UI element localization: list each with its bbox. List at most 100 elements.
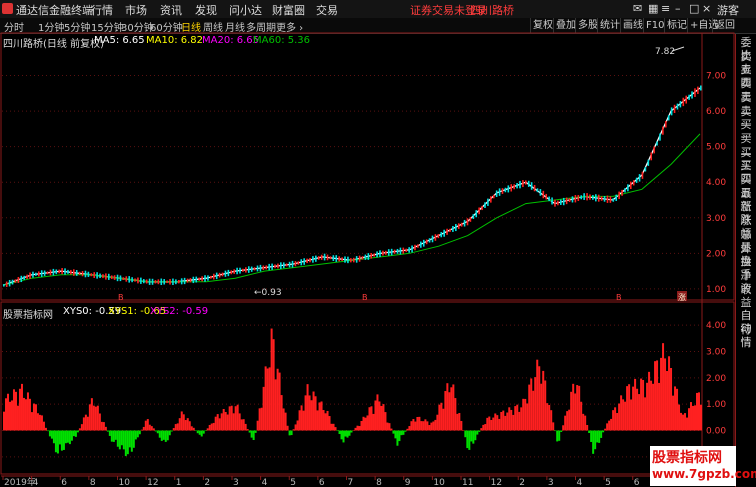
indicator-bar bbox=[232, 413, 235, 431]
candle bbox=[323, 253, 326, 261]
time-axis-label: 7 bbox=[348, 478, 354, 487]
indicator-bar bbox=[260, 407, 263, 431]
candle bbox=[495, 190, 498, 197]
candle bbox=[189, 278, 192, 283]
candle bbox=[14, 279, 17, 283]
indicator-bar bbox=[664, 358, 667, 431]
indicator-bar bbox=[82, 417, 85, 431]
indicator-bar bbox=[516, 404, 519, 431]
indicator-tick-label: 3.00 bbox=[706, 348, 726, 358]
indicator-bar bbox=[694, 405, 697, 431]
time-axis-label: 6 bbox=[319, 478, 325, 487]
time-axis-label: 4 bbox=[262, 478, 268, 487]
candle bbox=[425, 239, 428, 245]
candle bbox=[662, 126, 664, 135]
candle bbox=[373, 253, 375, 257]
indicator-bar bbox=[352, 430, 355, 431]
price-series bbox=[2, 85, 702, 287]
candle bbox=[455, 223, 457, 232]
candle bbox=[612, 198, 615, 202]
indicator-bar bbox=[620, 395, 623, 431]
indicator-bar bbox=[576, 385, 579, 431]
candle bbox=[536, 188, 539, 193]
time-axis-label: 1 bbox=[176, 478, 182, 487]
indicator-bar bbox=[348, 430, 351, 436]
chart-area[interactable]: 7.00 6.00 5.00 4.00 3.00 2.00 1.00 4.00 3.00 2.0… bbox=[0, 0, 735, 487]
candle bbox=[212, 273, 215, 280]
candle bbox=[253, 267, 256, 271]
indicator-bar bbox=[674, 386, 677, 431]
time-axis-label: 4 bbox=[577, 478, 583, 487]
indicator-bar bbox=[308, 395, 311, 431]
candle bbox=[236, 267, 238, 275]
indicator-bar bbox=[496, 415, 499, 431]
candle bbox=[166, 280, 168, 284]
indicator-bar bbox=[22, 397, 25, 431]
indicator-bar bbox=[552, 422, 555, 431]
candle bbox=[233, 269, 235, 274]
candle bbox=[490, 196, 492, 203]
indicator-bar bbox=[414, 421, 417, 431]
indicator-bar bbox=[562, 425, 565, 431]
indicator-bar bbox=[116, 430, 119, 447]
candle bbox=[81, 271, 84, 277]
indicator-bar bbox=[378, 401, 381, 431]
indicator-bar bbox=[256, 420, 259, 431]
indicator-bar bbox=[470, 430, 473, 442]
candle bbox=[169, 279, 171, 285]
indicator-tick-label: 0.00 bbox=[706, 427, 726, 437]
candle bbox=[466, 218, 469, 226]
candle bbox=[627, 184, 629, 192]
indicator-bar bbox=[436, 414, 439, 431]
candle bbox=[630, 181, 632, 190]
candle bbox=[207, 275, 209, 281]
indicator-bar bbox=[520, 407, 523, 431]
quote-button[interactable]: 行情 bbox=[736, 323, 756, 349]
indicator-bar bbox=[616, 413, 619, 431]
indicator-bar bbox=[586, 425, 589, 431]
indicator-bar bbox=[206, 428, 209, 431]
candle bbox=[291, 260, 294, 268]
indicator-bar bbox=[656, 360, 659, 431]
candle bbox=[210, 275, 212, 279]
candle bbox=[215, 272, 218, 280]
candle bbox=[256, 265, 259, 272]
indicator-bar bbox=[110, 430, 113, 442]
candle bbox=[242, 268, 244, 272]
candle bbox=[568, 198, 571, 203]
indicator-bar bbox=[212, 422, 215, 431]
indicator-tick-label: 1.00 bbox=[706, 400, 726, 410]
indicator-bar bbox=[332, 423, 335, 431]
price-axis-ticks: 7.00 6.00 5.00 4.00 3.00 2.00 1.00 bbox=[706, 72, 726, 295]
candle bbox=[75, 270, 78, 276]
candle bbox=[700, 85, 702, 91]
indicator-bar bbox=[74, 430, 77, 437]
indicator-bar bbox=[318, 402, 321, 431]
candle bbox=[402, 247, 405, 254]
candle bbox=[288, 261, 291, 268]
candle bbox=[134, 278, 136, 282]
candle bbox=[142, 279, 145, 284]
candle bbox=[697, 86, 699, 95]
candle bbox=[312, 256, 314, 263]
watermark-title: 股票指标网 bbox=[652, 450, 722, 466]
candle bbox=[560, 199, 562, 205]
indicator-bar bbox=[252, 430, 255, 441]
indicator-bar bbox=[268, 367, 271, 431]
candle bbox=[5, 281, 8, 287]
candle bbox=[154, 280, 157, 284]
candle bbox=[335, 255, 338, 262]
candle bbox=[326, 254, 329, 261]
indicator-bar bbox=[316, 410, 319, 431]
candle bbox=[411, 245, 413, 253]
indicator-bar bbox=[554, 430, 557, 432]
indicator-bar bbox=[272, 339, 275, 431]
event-marker: B bbox=[118, 293, 124, 302]
indicator-bar bbox=[304, 395, 307, 431]
indicator-bar bbox=[592, 430, 595, 454]
indicator-bar bbox=[430, 422, 433, 431]
candle bbox=[565, 197, 568, 205]
indicator-bar bbox=[162, 430, 165, 440]
candle bbox=[195, 276, 198, 283]
candle bbox=[597, 194, 600, 202]
